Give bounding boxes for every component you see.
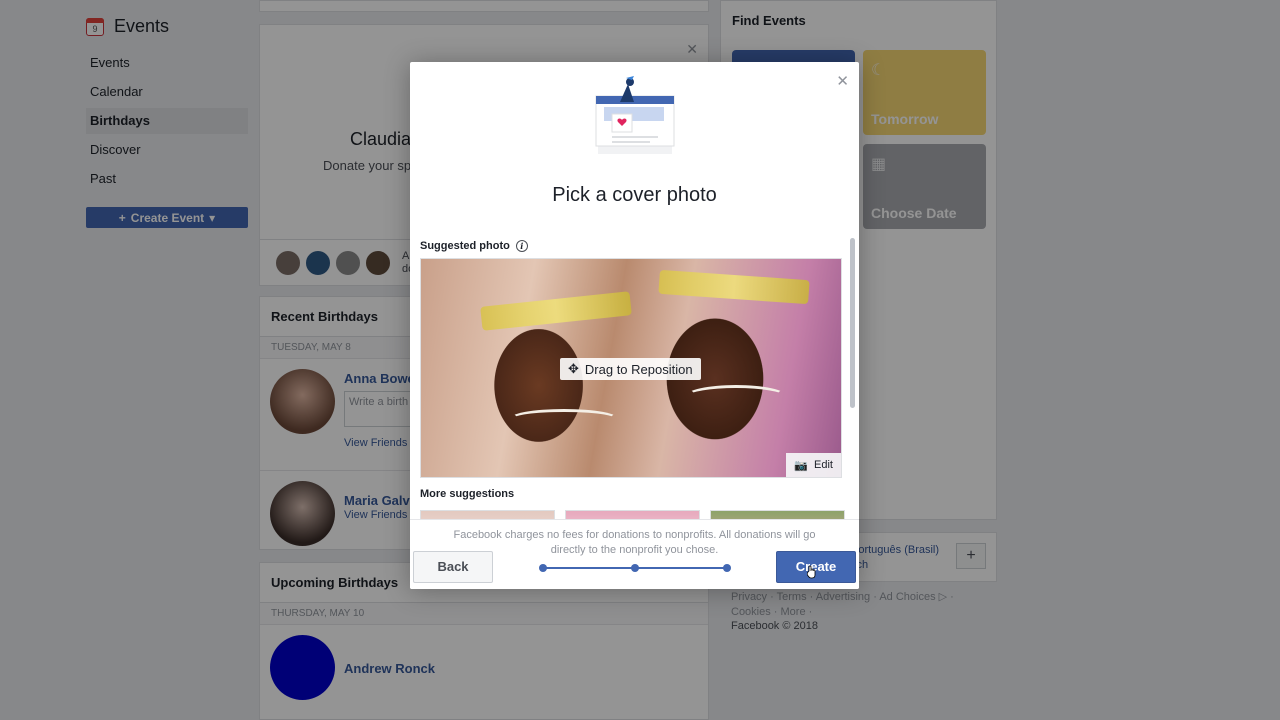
headband-decoration [480,291,632,331]
suggestion-thumbnail[interactable] [710,510,845,519]
headband-decoration [658,269,810,305]
move-icon: ✥ [568,361,579,376]
face-paint-decoration [509,409,619,429]
edit-photo-button[interactable]: 📷 Edit [786,453,841,477]
suggestion-thumbnail[interactable] [565,510,700,519]
scrollbar[interactable] [850,238,855,408]
fee-note: Facebook charges no fees for donations t… [453,529,816,556]
suggested-photo-text: Suggested photo [420,240,510,252]
events-page: 9 Events Events Calendar Birthdays Disco… [0,0,1280,720]
cover-illustration-icon [595,76,675,154]
hand-cursor-icon [807,565,816,579]
suggestion-thumbnail[interactable] [420,510,555,519]
info-icon[interactable]: i [515,240,528,252]
edit-label: Edit [814,459,833,471]
modal-footer: Facebook charges no fees for donations t… [410,519,859,589]
cover-photo-modal: ✕ Pick a cover photo Suggested photo i ✥… [410,62,859,589]
more-suggestions-label: More suggestions [420,488,515,500]
step-dot [631,564,639,572]
close-icon[interactable]: ✕ [836,72,849,90]
back-button[interactable]: Back [413,551,493,583]
step-progress [539,564,731,572]
cover-photo[interactable]: ✥ Drag to Reposition 📷 Edit [420,258,842,478]
drag-to-reposition[interactable]: ✥ Drag to Reposition [560,358,701,380]
drag-label: Drag to Reposition [584,361,693,377]
step-dot [539,564,547,572]
camera-icon: 📷 [794,459,809,472]
step-dot [723,564,731,572]
photo-scroll-area[interactable]: Suggested photo i ✥ Drag to Reposition 📷… [410,234,859,519]
suggested-photo-label: Suggested photo i [420,240,528,252]
modal-title: Pick a cover photo [552,184,717,206]
face-paint-decoration [686,385,786,407]
